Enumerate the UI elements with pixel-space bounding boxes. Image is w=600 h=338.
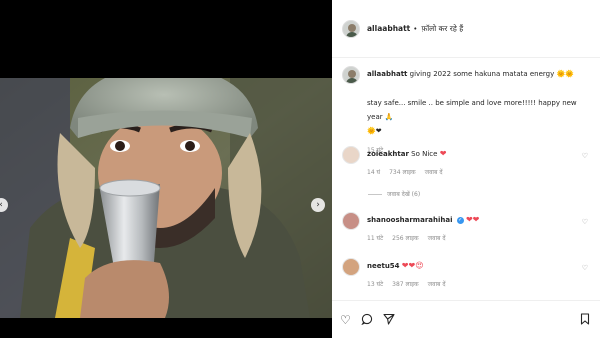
comment-time[interactable]: 13 घंटे <box>367 280 383 288</box>
caption-avatar[interactable] <box>342 66 360 84</box>
comment-item: shanoosharmarahihai ✓ ❤❤ 11 घंटे 256 लाइ… <box>342 212 592 242</box>
post-action-bar: ♡ <box>332 300 600 338</box>
heart-outline-icon[interactable]: ♡ <box>340 314 351 326</box>
comment-heart-icon[interactable]: ♡ <box>582 218 588 226</box>
following-label[interactable]: फ़ॉलो कर रहे हैं <box>421 24 463 34</box>
chevron-right-icon: › <box>316 199 320 210</box>
comment-avatar[interactable] <box>342 258 360 276</box>
comment-likes[interactable]: 256 लाइक <box>392 234 419 242</box>
header-username[interactable]: allaabhatt <box>367 24 410 33</box>
comment-text: So Nice <box>411 150 438 158</box>
post-caption: allaabhatt giving 2022 some hakuna matat… <box>342 66 592 154</box>
comment-emoji: ❤❤ <box>465 215 480 224</box>
comment-time[interactable]: 14 घं <box>367 168 380 176</box>
avatar[interactable] <box>342 19 360 38</box>
comment-emoji: ❤❤😍 <box>401 261 424 270</box>
comment-emoji: ❤ <box>439 149 447 158</box>
caption-line3: 🌞❤ <box>367 127 382 135</box>
post-photo[interactable] <box>0 78 332 318</box>
comment-time[interactable]: 11 घंटे <box>367 234 383 242</box>
photo-pane: ‹ › <box>0 0 332 338</box>
post-details-panel: allaabhatt • फ़ॉलो कर रहे हैं allaabhatt… <box>332 0 600 338</box>
separator-dot: • <box>413 24 418 33</box>
comment-likes[interactable]: 734 लाइक <box>389 168 416 176</box>
view-replies-divider <box>368 193 382 195</box>
send-icon[interactable] <box>383 313 395 327</box>
post-photo-image <box>0 78 332 318</box>
comment-username[interactable]: neetu54 <box>367 262 400 270</box>
verified-badge-icon: ✓ <box>456 216 464 224</box>
comment-icon[interactable] <box>361 313 373 327</box>
caption-text: giving 2022 some hakuna matata energy 🌞🌞 <box>409 70 574 78</box>
view-replies-label: जवाब देखें (6) <box>387 191 421 198</box>
caption-username[interactable]: allaabhatt <box>367 70 407 78</box>
comment-avatar[interactable] <box>342 146 360 164</box>
comment-reply-button[interactable]: जवाब दें <box>425 168 443 176</box>
caption-line2: stay safe... smile .. be simple and love… <box>367 99 577 121</box>
bookmark-icon[interactable] <box>580 312 590 327</box>
comment-username[interactable]: zoieakhtar <box>367 150 409 158</box>
comment-reply-button[interactable]: जवाब दें <box>428 280 446 288</box>
view-replies-button[interactable]: जवाब देखें (6) <box>368 190 420 198</box>
comment-item: neetu54 ❤❤😍 13 घंटे 387 लाइक जवाब दें ♡ <box>342 258 592 288</box>
comment-username[interactable]: shanoosharmarahihai <box>367 216 452 224</box>
comment-likes[interactable]: 387 लाइक <box>392 280 419 288</box>
comment-heart-icon[interactable]: ♡ <box>582 264 588 272</box>
comment-reply-button[interactable]: जवाब दें <box>428 234 446 242</box>
next-photo-button[interactable]: › <box>311 198 325 212</box>
caption-line1: allaabhatt giving 2022 some hakuna matat… <box>367 66 574 84</box>
chevron-left-icon: ‹ <box>0 200 3 210</box>
post-header: allaabhatt • फ़ॉलो कर रहे हैं <box>332 0 600 58</box>
comment-heart-icon[interactable]: ♡ <box>582 152 588 160</box>
comment-item: zoieakhtar So Nice ❤ 14 घं 734 लाइक जवाब… <box>342 146 592 176</box>
comment-avatar[interactable] <box>342 212 360 230</box>
